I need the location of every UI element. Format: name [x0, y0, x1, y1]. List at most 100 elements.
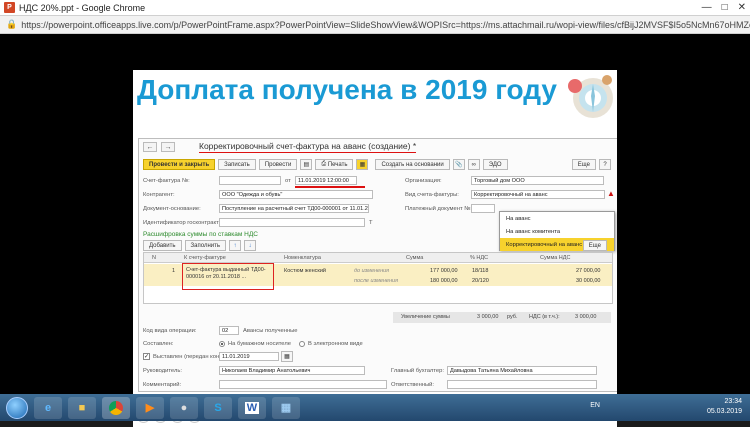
vat-table: N К счету-фактуре Номенклатура Сумма % Н… [143, 252, 613, 304]
link-icon[interactable]: ∞ [467, 159, 480, 170]
attachment-icon[interactable]: 📎 [452, 159, 465, 170]
steam-icon[interactable]: ● [170, 396, 198, 419]
row-after-label: после изменения [354, 278, 399, 284]
skype-icon[interactable]: S [204, 396, 232, 419]
comment-field[interactable] [219, 380, 387, 389]
paper-radio[interactable] [219, 341, 225, 347]
table-icon[interactable]: ▦ [356, 159, 369, 170]
organization-field[interactable]: Торговый дом ООО [471, 176, 604, 185]
window-title: НДС 20%.ppt - Google Chrome [19, 2, 146, 13]
electronic-radio[interactable] [299, 341, 305, 347]
col-rate: % НДС [470, 255, 489, 261]
accountant-field[interactable]: Давыдова Татьяна Михайловна [447, 366, 597, 375]
basis-document-field[interactable]: Поступление на расчетный счет ТД00-00000… [219, 204, 369, 213]
row-vat-after: 30 000,00 [576, 278, 601, 284]
url-text: https://powerpoint.officeapps.live.com/p… [21, 19, 750, 30]
op-code-text: Авансы полученные [243, 328, 298, 334]
clock-date: 05.03.2019 [706, 408, 742, 415]
add-row-button[interactable]: Добавить [143, 240, 182, 251]
row-rate-after: 20/120 [472, 278, 489, 284]
col-vat-sum: Сумма НДС [540, 255, 571, 261]
forward-button[interactable]: → [161, 142, 175, 152]
date-field[interactable]: 11.01.2019 12:00:00 [295, 176, 357, 185]
payment-document-label: Платежный документ №: [405, 206, 473, 212]
ie-icon[interactable]: e [34, 396, 62, 419]
row-vat-before: 27 000,00 [576, 268, 601, 274]
invoice-number-field[interactable] [219, 176, 281, 185]
invoice-number-label: Счет-фактура №: [143, 178, 190, 184]
post-button[interactable]: Провести [258, 159, 298, 170]
composed-label: Составлен: [143, 341, 174, 347]
gov-contract-field[interactable] [219, 218, 365, 227]
language-indicator[interactable]: EN [590, 402, 600, 409]
row-n: 1 [172, 268, 176, 274]
help-button[interactable]: ? [599, 159, 611, 170]
dropdown-option-advance-principal[interactable]: На аванс комитента [500, 225, 614, 238]
system-clock[interactable]: 23:34 05.03.2019 [707, 397, 742, 417]
head-label: Руководитель: [143, 368, 182, 374]
powerpoint-icon: P [4, 2, 15, 13]
more-button[interactable]: Еще [571, 159, 596, 170]
contractor-label: Контрагент: [143, 192, 175, 198]
gingerbread-decoration-icon [568, 75, 613, 118]
table-header: N К счету-фактуре Номенклатура Сумма % Н… [144, 253, 612, 263]
document-title: Корректировочный счет-фактура на аванс (… [199, 141, 417, 153]
accountant-label: Главный бухгалтер: [391, 368, 444, 374]
payment-document-field[interactable] [471, 204, 495, 213]
cursor-arrow-icon: ▲ [607, 189, 615, 198]
col-n: N [152, 255, 156, 261]
col-invoice: К счету-фактуре [184, 255, 226, 261]
vat-total-label: НДС (в т.ч.): [529, 314, 560, 320]
gov-contract-t: T [369, 220, 373, 226]
fill-button[interactable]: Заполнить [184, 240, 226, 251]
issued-checkbox[interactable]: ✓ [143, 353, 150, 360]
col-sum: Сумма [406, 255, 424, 261]
op-code-field[interactable]: 02 [219, 326, 239, 335]
table-more-button[interactable]: Еще [582, 240, 607, 251]
invoice-type-select[interactable]: Корректировочный на аванс [471, 190, 605, 199]
contractor-field[interactable]: ООО "Одежда и обувь" [219, 190, 373, 199]
chrome-icon[interactable] [102, 396, 130, 419]
move-up-icon[interactable]: ↑ [229, 240, 241, 251]
vat-total-value: 3 000,00 [575, 314, 597, 320]
write-button[interactable]: Записать [218, 159, 256, 170]
row-before-label: до изменения [354, 268, 390, 274]
window-title-bar: P НДС 20%.ppt - Google Chrome — □ ✕ [0, 0, 750, 16]
dropdown-option-advance[interactable]: На аванс [500, 212, 614, 225]
back-button[interactable]: ← [143, 142, 157, 152]
address-bar[interactable]: 🔒 https://powerpoint.officeapps.live.com… [0, 16, 750, 34]
col-item: Номенклатура [284, 255, 321, 261]
media-player-icon[interactable]: ▶ [136, 396, 164, 419]
vat-breakdown-title: Расшифровка суммы по ставкам НДС [143, 231, 258, 238]
row-rate-before: 18/118 [472, 268, 489, 274]
maximize-button[interactable]: □ [722, 2, 728, 13]
row-item: Костюм женский [284, 268, 326, 274]
date-from-label: от [285, 178, 291, 184]
responsible-label: Ответственный: [391, 382, 435, 388]
close-button[interactable]: ✕ [738, 2, 746, 13]
explorer-icon[interactable]: ■ [68, 396, 96, 419]
basis-document-label: Документ-основание: [143, 206, 201, 212]
organization-label: Организация: [405, 178, 442, 184]
slideshow-stage: Доплата получена в 2019 году ← → Коррект… [0, 34, 750, 427]
minimize-button[interactable]: — [702, 2, 712, 13]
print-button[interactable]: ⎙ Печать [315, 159, 354, 170]
move-down-icon[interactable]: ↓ [244, 240, 256, 251]
word-icon[interactable]: W [238, 396, 266, 419]
clock-time: 23:34 [724, 398, 742, 405]
calendar-icon[interactable]: ▦ [281, 351, 293, 362]
head-field[interactable]: Николаев Владимир Анатольевич [219, 366, 365, 375]
start-button[interactable] [6, 396, 28, 419]
slide-title: Доплата получена в 2019 году [137, 74, 557, 105]
document-icon[interactable]: ▤ [300, 159, 313, 170]
responsible-field[interactable] [447, 380, 597, 389]
gov-contract-label: Идентификатор госконтракта: [143, 220, 224, 226]
paint-icon[interactable]: ▦ [272, 396, 300, 419]
invoice-type-label: Вид счета-фактуры: [405, 192, 459, 198]
print-label: Печать [327, 161, 348, 168]
create-based-button[interactable]: Создать на основании [375, 159, 450, 170]
edo-button[interactable]: ЭДО [482, 159, 508, 170]
issued-date-field[interactable]: 11.01.2019 [219, 352, 279, 361]
paper-radio-label: На бумажном носителе [228, 341, 291, 347]
post-and-close-button[interactable]: Провести и закрыть [143, 159, 216, 170]
